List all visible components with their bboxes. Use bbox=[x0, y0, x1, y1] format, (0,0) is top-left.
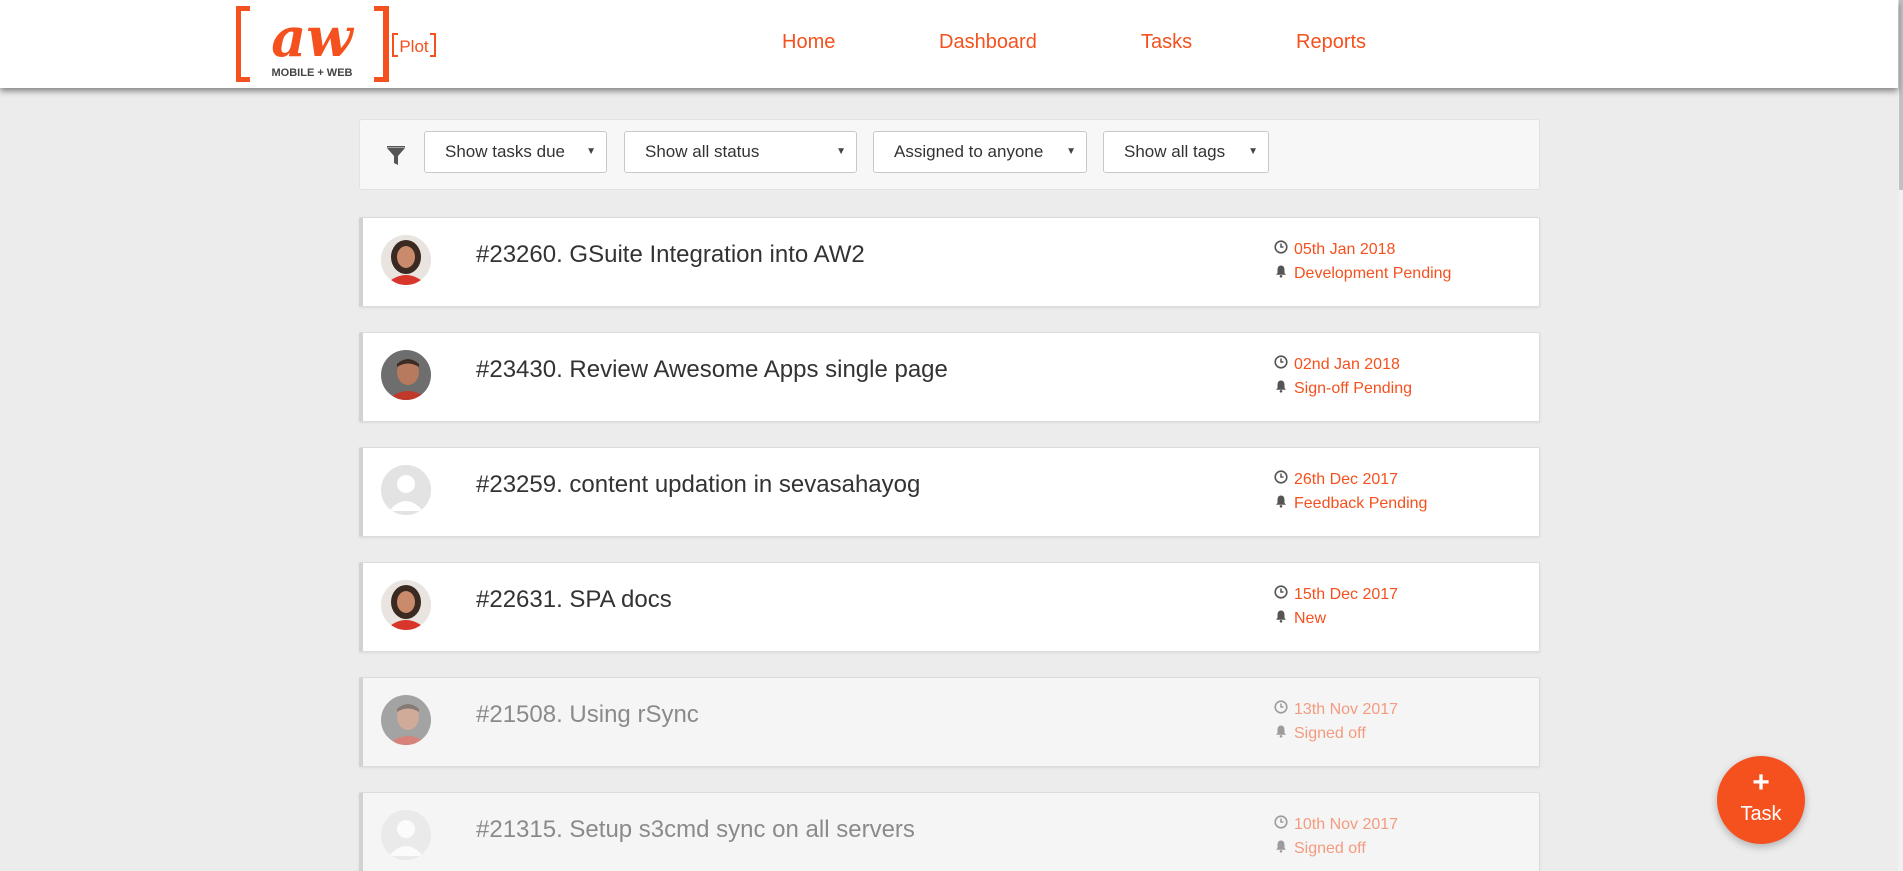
default-avatar bbox=[381, 810, 431, 860]
bell-icon bbox=[1274, 377, 1294, 401]
task-card[interactable]: #23430. Review Awesome Apps single page 0… bbox=[359, 332, 1540, 422]
aw-logo-icon: aw MOBILE + WEB Plot bbox=[235, 5, 436, 83]
task-due-date: 15th Dec 2017 bbox=[1294, 586, 1399, 603]
add-task-button[interactable]: + Task bbox=[1717, 756, 1805, 844]
tags-filter-select[interactable]: Show all tags ▼ bbox=[1103, 131, 1269, 173]
bell-icon bbox=[1274, 837, 1294, 861]
task-meta: 13th Nov 2017 Signed off bbox=[1274, 698, 1398, 746]
chevron-down-icon: ▼ bbox=[1248, 146, 1258, 157]
filter-icon[interactable] bbox=[386, 145, 406, 167]
task-due-date: 10th Nov 2017 bbox=[1294, 816, 1399, 833]
svg-text:MOBILE + WEB: MOBILE + WEB bbox=[272, 67, 353, 79]
status-filter-select[interactable]: Show all status ▼ bbox=[624, 131, 857, 173]
default-avatar bbox=[381, 465, 431, 515]
bell-icon bbox=[1274, 722, 1294, 746]
app-logo[interactable]: aw MOBILE + WEB Plot bbox=[235, 5, 438, 83]
plus-icon: + bbox=[1752, 766, 1770, 799]
clock-icon bbox=[1274, 238, 1294, 262]
task-due-date: 05th Jan 2018 bbox=[1294, 241, 1396, 258]
add-task-label: Task bbox=[1740, 803, 1782, 825]
task-title[interactable]: #21315. Setup s3cmd sync on all servers bbox=[476, 816, 915, 844]
due-filter-select[interactable]: Show tasks due ▼ bbox=[424, 131, 607, 173]
woman-avatar bbox=[381, 235, 431, 285]
task-card[interactable]: #22631. SPA docs 15th Dec 2017 New bbox=[359, 562, 1540, 652]
assignee-filter-select[interactable]: Assigned to anyone ▼ bbox=[873, 131, 1087, 173]
due-filter-value: Show tasks due bbox=[445, 142, 566, 161]
task-status: Sign-off Pending bbox=[1294, 380, 1413, 397]
task-title[interactable]: #23430. Review Awesome Apps single page bbox=[476, 356, 948, 384]
task-card[interactable]: #21508. Using rSync 13th Nov 2017 Signed o… bbox=[359, 677, 1540, 767]
svg-text:aw: aw bbox=[271, 6, 355, 69]
assignee-filter-value: Assigned to anyone bbox=[894, 142, 1044, 161]
task-status: Development Pending bbox=[1294, 265, 1452, 282]
chevron-down-icon: ▼ bbox=[836, 146, 846, 157]
tags-filter-value: Show all tags bbox=[1124, 142, 1226, 161]
task-meta: 05th Jan 2018 Development Pending bbox=[1274, 238, 1451, 286]
task-status: Signed off bbox=[1294, 840, 1366, 857]
chevron-down-icon: ▼ bbox=[1066, 146, 1076, 157]
svg-text:Plot: Plot bbox=[399, 37, 429, 56]
task-title[interactable]: #22631. SPA docs bbox=[476, 586, 672, 614]
task-meta: 02nd Jan 2018 Sign-off Pending bbox=[1274, 353, 1412, 401]
task-due-date: 02nd Jan 2018 bbox=[1294, 356, 1400, 373]
task-meta: 26th Dec 2017 Feedback Pending bbox=[1274, 468, 1427, 516]
task-title[interactable]: #23260. GSuite Integration into AW2 bbox=[476, 241, 865, 269]
clock-icon bbox=[1274, 468, 1294, 492]
task-meta: 15th Dec 2017 New bbox=[1274, 583, 1398, 631]
clock-icon bbox=[1274, 698, 1294, 722]
status-filter-value: Show all status bbox=[645, 142, 760, 161]
clock-icon bbox=[1274, 353, 1294, 377]
task-title[interactable]: #23259. content updation in sevasahayog bbox=[476, 471, 920, 499]
task-meta: 10th Nov 2017 Signed off bbox=[1274, 813, 1398, 861]
task-card[interactable]: #23260. GSuite Integration into AW2 05th … bbox=[359, 217, 1540, 307]
nav-tasks[interactable]: Tasks bbox=[1141, 31, 1192, 54]
task-card[interactable]: #21315. Setup s3cmd sync on all servers 1… bbox=[359, 792, 1540, 871]
task-title[interactable]: #21508. Using rSync bbox=[476, 701, 699, 729]
man-avatar bbox=[381, 695, 431, 745]
task-status: Signed off bbox=[1294, 725, 1366, 742]
task-status: New bbox=[1294, 610, 1327, 627]
page-scrollbar[interactable] bbox=[1898, 0, 1903, 871]
top-navbar: aw MOBILE + WEB Plot Home Dashboard Task… bbox=[0, 0, 1898, 88]
clock-icon bbox=[1274, 583, 1294, 607]
man-avatar bbox=[381, 350, 431, 400]
nav-home[interactable]: Home bbox=[782, 31, 835, 54]
nav-reports[interactable]: Reports bbox=[1296, 31, 1366, 54]
clock-icon bbox=[1274, 813, 1294, 837]
task-due-date: 13th Nov 2017 bbox=[1294, 701, 1399, 718]
bell-icon bbox=[1274, 492, 1294, 516]
woman-avatar bbox=[381, 580, 431, 630]
bell-icon bbox=[1274, 262, 1294, 286]
task-card[interactable]: #23259. content updation in sevasahayog 2… bbox=[359, 447, 1540, 537]
bell-icon bbox=[1274, 607, 1294, 631]
scrollbar-thumb[interactable] bbox=[1899, 0, 1903, 190]
nav-dashboard[interactable]: Dashboard bbox=[939, 31, 1037, 54]
task-due-date: 26th Dec 2017 bbox=[1294, 471, 1399, 488]
filter-bar: Show tasks due ▼ Show all status ▼ Assig… bbox=[359, 119, 1540, 190]
chevron-down-icon: ▼ bbox=[586, 146, 596, 157]
task-status: Feedback Pending bbox=[1294, 495, 1428, 512]
